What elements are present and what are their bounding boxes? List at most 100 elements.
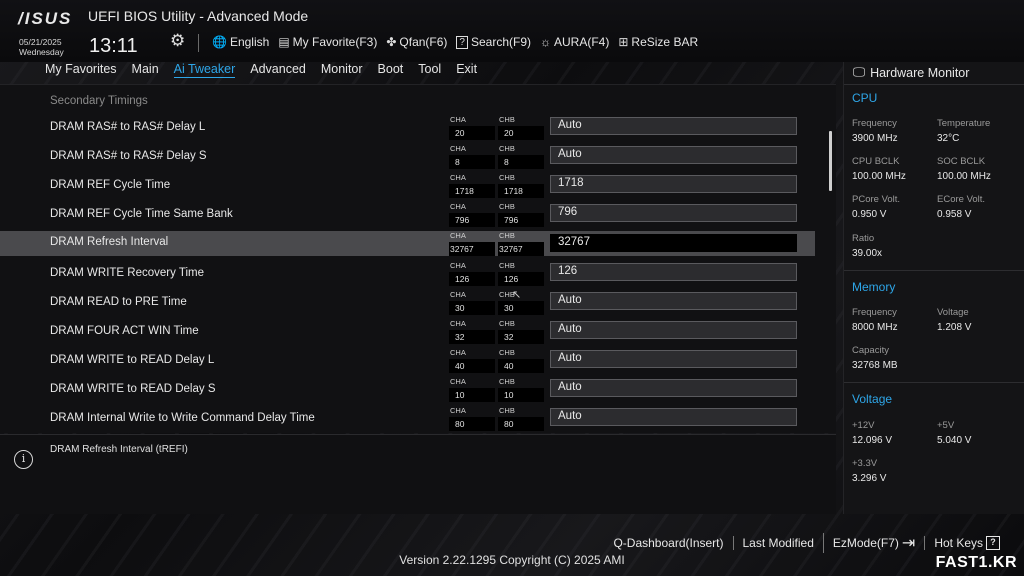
setting-value-field[interactable]: Auto xyxy=(550,321,797,339)
channel-a-value: CHA 796 xyxy=(449,202,495,227)
setting-value-field[interactable]: 1718 xyxy=(550,175,797,193)
channel-a-value: CHA 32767 xyxy=(449,231,495,256)
last-modified-button[interactable]: Last Modified xyxy=(732,536,823,550)
setting-value-field[interactable]: Auto xyxy=(550,408,797,426)
channel-b-value: CHB 8 xyxy=(498,144,544,169)
tab-monitor[interactable]: Monitor xyxy=(321,62,363,78)
metric-label: CPU BCLK xyxy=(852,156,900,167)
setting-value-field[interactable]: Auto xyxy=(550,146,797,164)
cpu-temperature: Temperature 32°C xyxy=(937,118,1024,144)
language-button[interactable]: 🌐 English xyxy=(212,35,269,49)
metric-value: 3.296 V xyxy=(852,473,887,484)
channel-tag: CHB xyxy=(499,115,515,124)
divider xyxy=(844,382,1024,383)
channel-tag: CHB xyxy=(499,144,515,153)
q-dashboard-button[interactable]: Q-Dashboard(Insert) xyxy=(604,536,732,550)
aura-button[interactable]: ☼ AURA(F4) xyxy=(540,35,609,49)
info-icon: i xyxy=(14,450,33,469)
channel-a-value: CHA 20 xyxy=(449,115,495,140)
channel-a-value: CHA 32 xyxy=(449,319,495,344)
divider xyxy=(844,270,1024,271)
cpu-bclk: CPU BCLK 100.00 MHz xyxy=(852,156,940,182)
tab-my-favorites[interactable]: My Favorites xyxy=(45,62,117,78)
setting-row[interactable]: DRAM WRITE to READ Delay L CHA 40 CHB 40 A… xyxy=(0,348,815,374)
setting-value-field[interactable]: Auto xyxy=(550,117,797,135)
metric-value: 5.040 V xyxy=(937,435,972,446)
hardware-monitor-title: 🖵 Hardware Monitor xyxy=(853,65,969,80)
resize-bar-button[interactable]: ⊞ ReSize BAR xyxy=(618,35,698,49)
weekday-text: Wednesday xyxy=(19,47,64,57)
setting-row[interactable]: DRAM RAS# to RAS# Delay S CHA 8 CHB 8 Auto xyxy=(0,144,815,170)
channel-tag: CHA xyxy=(450,377,466,386)
setting-label: DRAM REF Cycle Time Same Bank xyxy=(50,208,233,220)
setting-row[interactable]: DRAM REF Cycle Time CHA 1718 CHB 1718 1718 xyxy=(0,173,815,199)
memory-heading: Memory xyxy=(852,280,896,294)
memory-capacity: Capacity 32768 MB xyxy=(852,345,940,371)
watermark: FAST1.KR xyxy=(935,554,1017,571)
qfan-button[interactable]: ✤ Qfan(F6) xyxy=(386,35,447,49)
channel-b-value: CHB 1718 xyxy=(498,173,544,198)
setting-value-field[interactable]: 126 xyxy=(550,263,797,281)
voltage-3v3: +3.3V 3.296 V xyxy=(852,458,940,484)
soc-bclk: SOC BCLK 100.00 MHz xyxy=(937,156,1024,182)
toolbar: 🌐 English ▤ My Favorite(F3) ✤ Qfan(F6) ?… xyxy=(212,35,698,49)
fan-icon: ✤ xyxy=(386,35,397,49)
tab-advanced[interactable]: Advanced xyxy=(250,62,306,78)
metric-label: Temperature xyxy=(937,118,991,129)
channel-tag: CHA xyxy=(450,261,466,270)
setting-value-field[interactable]: 32767 xyxy=(550,234,797,252)
setting-label: DRAM Refresh Interval xyxy=(50,236,169,248)
footer-actions: Q-Dashboard(Insert) Last Modified EzMode… xyxy=(604,533,1009,553)
setting-row[interactable]: DRAM WRITE Recovery Time CHA 126 CHB 126 1… xyxy=(0,261,815,287)
hot-keys-label: Hot Keys xyxy=(934,536,983,550)
metric-value: 32°C xyxy=(937,133,960,144)
tab-main[interactable]: Main xyxy=(132,62,159,78)
hardware-monitor-panel: 🖵 Hardware Monitor CPU Frequency 3900 MHz… xyxy=(843,62,1024,514)
channel-number: 796 xyxy=(504,215,519,225)
setting-row[interactable]: DRAM Internal Write to Write Command Del… xyxy=(0,406,815,432)
tab-tool[interactable]: Tool xyxy=(418,62,441,78)
ezmode-button[interactable]: EzMode(F7) ⇥ xyxy=(822,533,924,553)
setting-row[interactable]: DRAM RAS# to RAS# Delay L CHA 20 CHB 20 Au… xyxy=(0,115,815,141)
channel-a-value: CHA 80 xyxy=(449,406,495,431)
metric-value: 3900 MHz xyxy=(852,133,898,144)
setting-value-field[interactable]: Auto xyxy=(550,379,797,397)
hardware-monitor-label: Hardware Monitor xyxy=(870,65,970,80)
aura-icon: ☼ xyxy=(540,35,552,49)
tab-exit[interactable]: Exit xyxy=(456,62,477,78)
my-favorite-button[interactable]: ▤ My Favorite(F3) xyxy=(278,35,377,49)
metric-label: ECore Volt. xyxy=(937,194,986,205)
channel-a-value: CHA 10 xyxy=(449,377,495,402)
setting-row[interactable]: DRAM WRITE to READ Delay S CHA 10 CHB 10 A… xyxy=(0,377,815,403)
mouse-cursor-icon: ↖ xyxy=(512,289,522,301)
search-button[interactable]: ? Search(F9) xyxy=(456,35,531,49)
tab-ai-tweaker[interactable]: Ai Tweaker xyxy=(173,62,236,78)
channel-number: 32 xyxy=(504,332,514,342)
date-display: 05/21/2025 Wednesday xyxy=(19,37,64,57)
setting-label: DRAM RAS# to RAS# Delay L xyxy=(50,121,206,133)
metric-label: Frequency xyxy=(852,118,897,129)
setting-row[interactable]: DRAM FOUR ACT WIN Time CHA 32 CHB 32 Auto xyxy=(0,319,815,345)
setting-value-field[interactable]: 796 xyxy=(550,204,797,222)
setting-row[interactable]: DRAM READ to PRE Time CHA 30 CHB 30 Auto xyxy=(0,290,815,316)
gear-icon[interactable]: ⚙ xyxy=(170,31,185,51)
hot-keys-button[interactable]: Hot Keys? xyxy=(924,536,1009,550)
metric-value: 32768 MB xyxy=(852,360,898,371)
setting-row[interactable]: DRAM REF Cycle Time Same Bank CHA 796 CHB… xyxy=(0,202,815,228)
setting-row-selected[interactable]: DRAM Refresh Interval CHA 32767 CHB 32767 … xyxy=(0,231,815,256)
setting-value-field[interactable]: Auto xyxy=(550,292,797,310)
setting-value-field[interactable]: Auto xyxy=(550,350,797,368)
settings-panel: Secondary Timings DRAM RAS# to RAS# Dela… xyxy=(0,84,836,433)
channel-b-value: CHB 126 xyxy=(498,261,544,286)
channel-tag: CHB xyxy=(499,406,515,415)
ecore-volt: ECore Volt. 0.958 V xyxy=(937,194,1024,220)
scrollbar[interactable] xyxy=(829,131,832,191)
metric-value: 12.096 V xyxy=(852,435,893,446)
channel-a-value: CHA 1718 xyxy=(449,173,495,198)
setting-label: DRAM READ to PRE Time xyxy=(50,296,187,308)
channel-tag: CHA xyxy=(450,319,466,328)
pcore-volt: PCore Volt. 0.950 V xyxy=(852,194,940,220)
tab-boot[interactable]: Boot xyxy=(378,62,404,78)
metric-value: 39.00x xyxy=(852,248,883,259)
globe-icon: 🌐 xyxy=(212,35,227,49)
